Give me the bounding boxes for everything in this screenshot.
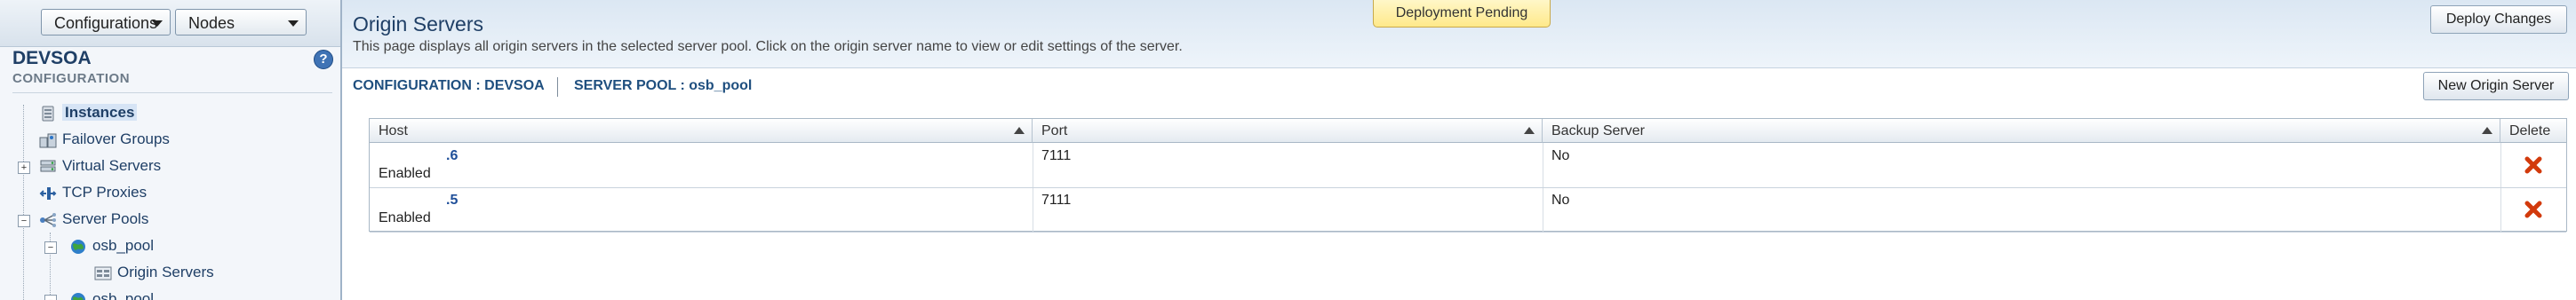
- new-origin-server-button[interactable]: New Origin Server: [2423, 72, 2569, 100]
- main-content: Origin Servers This page displays all or…: [342, 0, 2576, 300]
- divider: [12, 92, 332, 93]
- tcp-proxies-icon: [39, 186, 57, 200]
- column-header-port[interactable]: Port: [1033, 119, 1543, 143]
- server-pools-icon: [40, 212, 56, 227]
- chevron-down-icon: [288, 20, 299, 27]
- configurations-dropdown[interactable]: Configurations: [41, 9, 171, 36]
- tree-item-origin-servers[interactable]: Origin Servers: [94, 264, 214, 281]
- sort-ascending-icon[interactable]: [1524, 127, 1535, 134]
- failover-groups-icon: [39, 133, 57, 148]
- divider: [557, 77, 558, 97]
- host-link[interactable]: .6: [446, 148, 458, 164]
- backup-value: No: [1551, 193, 1570, 208]
- nodes-dropdown-label: Nodes: [188, 14, 235, 32]
- context-bar: CONFIGURATION : DEVSOA SERVER POOL : osb…: [342, 68, 2576, 109]
- sidebar-toolbar: Configurations Nodes: [0, 0, 340, 47]
- globe-icon: [71, 239, 85, 254]
- server-pool-breadcrumb: SERVER POOL : osb_pool: [574, 78, 753, 93]
- configuration-name: DEVSOA: [12, 48, 92, 68]
- port-value: 7111: [1041, 148, 1072, 163]
- column-header-backup[interactable]: Backup Server: [1543, 119, 2500, 143]
- tree-item-label: Failover Groups: [62, 130, 170, 147]
- sort-ascending-icon[interactable]: [2482, 127, 2492, 134]
- column-header-host[interactable]: Host: [370, 119, 1033, 143]
- help-icon[interactable]: ?: [314, 50, 333, 69]
- tree-item-pool[interactable]: osb_pool: [69, 290, 154, 300]
- instances-icon: [42, 106, 54, 122]
- sidebar: Configurations Nodes DEVSOA CONFIGURATIO…: [0, 0, 342, 300]
- column-header-delete: Delete: [2500, 119, 2566, 143]
- tree-item-pool[interactable]: osb_pool: [69, 237, 154, 255]
- host-link[interactable]: .5: [446, 193, 458, 209]
- tree-item-label: Virtual Servers: [62, 157, 162, 174]
- column-header-label: Host: [379, 123, 408, 138]
- configurations-dropdown-label: Configurations: [54, 14, 158, 32]
- globe-icon: [71, 292, 85, 300]
- virtual-servers-icon: [40, 160, 56, 172]
- tree-item-instances[interactable]: Instances: [39, 104, 138, 122]
- nodes-dropdown[interactable]: Nodes: [175, 9, 307, 36]
- tree-item-label: TCP Proxies: [62, 184, 148, 201]
- column-header-label: Delete: [2509, 123, 2551, 138]
- host-status: Enabled: [379, 166, 431, 181]
- sort-ascending-icon[interactable]: [1014, 127, 1025, 134]
- collapse-icon[interactable]: −: [44, 241, 57, 254]
- deployment-pending-badge[interactable]: Deployment Pending: [1373, 0, 1551, 28]
- origin-servers-icon: [94, 266, 112, 280]
- page-title: Origin Servers: [353, 12, 483, 36]
- configuration-subtitle: CONFIGURATION: [12, 71, 131, 86]
- table-row: .6 Enabled 7111 No: [370, 143, 2566, 188]
- expand-icon[interactable]: +: [18, 162, 30, 174]
- tree-item-tcp-proxies[interactable]: TCP Proxies: [39, 184, 147, 201]
- tree-item-label: Server Pools: [62, 210, 149, 227]
- page-header: Origin Servers This page displays all or…: [342, 0, 2576, 68]
- collapse-icon[interactable]: −: [44, 295, 57, 300]
- tree-item-label: osb_pool: [92, 237, 155, 254]
- delete-icon[interactable]: [2524, 201, 2542, 218]
- origin-servers-table: Host Port Backup Server Delete .6 Enable…: [369, 118, 2567, 233]
- backup-value: No: [1551, 148, 1570, 163]
- tree-item-label: osb_pool: [92, 290, 155, 300]
- delete-icon[interactable]: [2524, 156, 2542, 174]
- tree-item-failover-groups[interactable]: Failover Groups: [39, 130, 170, 148]
- tree-item-server-pools[interactable]: Server Pools: [39, 210, 148, 228]
- table-row: .5 Enabled 7111 No: [370, 187, 2566, 233]
- column-header-label: Port: [1041, 123, 1068, 138]
- chevron-down-icon: [152, 20, 163, 27]
- page-description: This page displays all origin servers in…: [353, 39, 1183, 54]
- collapse-icon[interactable]: −: [18, 215, 30, 227]
- tree-item-label: Instances: [62, 104, 138, 121]
- port-value: 7111: [1041, 193, 1072, 208]
- configuration-breadcrumb: CONFIGURATION : DEVSOA: [353, 78, 545, 93]
- deploy-changes-button[interactable]: Deploy Changes: [2430, 5, 2567, 34]
- tree-line: [23, 105, 24, 300]
- tree-item-virtual-servers[interactable]: Virtual Servers: [39, 157, 161, 175]
- host-status: Enabled: [379, 210, 431, 225]
- column-header-label: Backup Server: [1551, 123, 1645, 138]
- tree-item-label: Origin Servers: [117, 264, 214, 280]
